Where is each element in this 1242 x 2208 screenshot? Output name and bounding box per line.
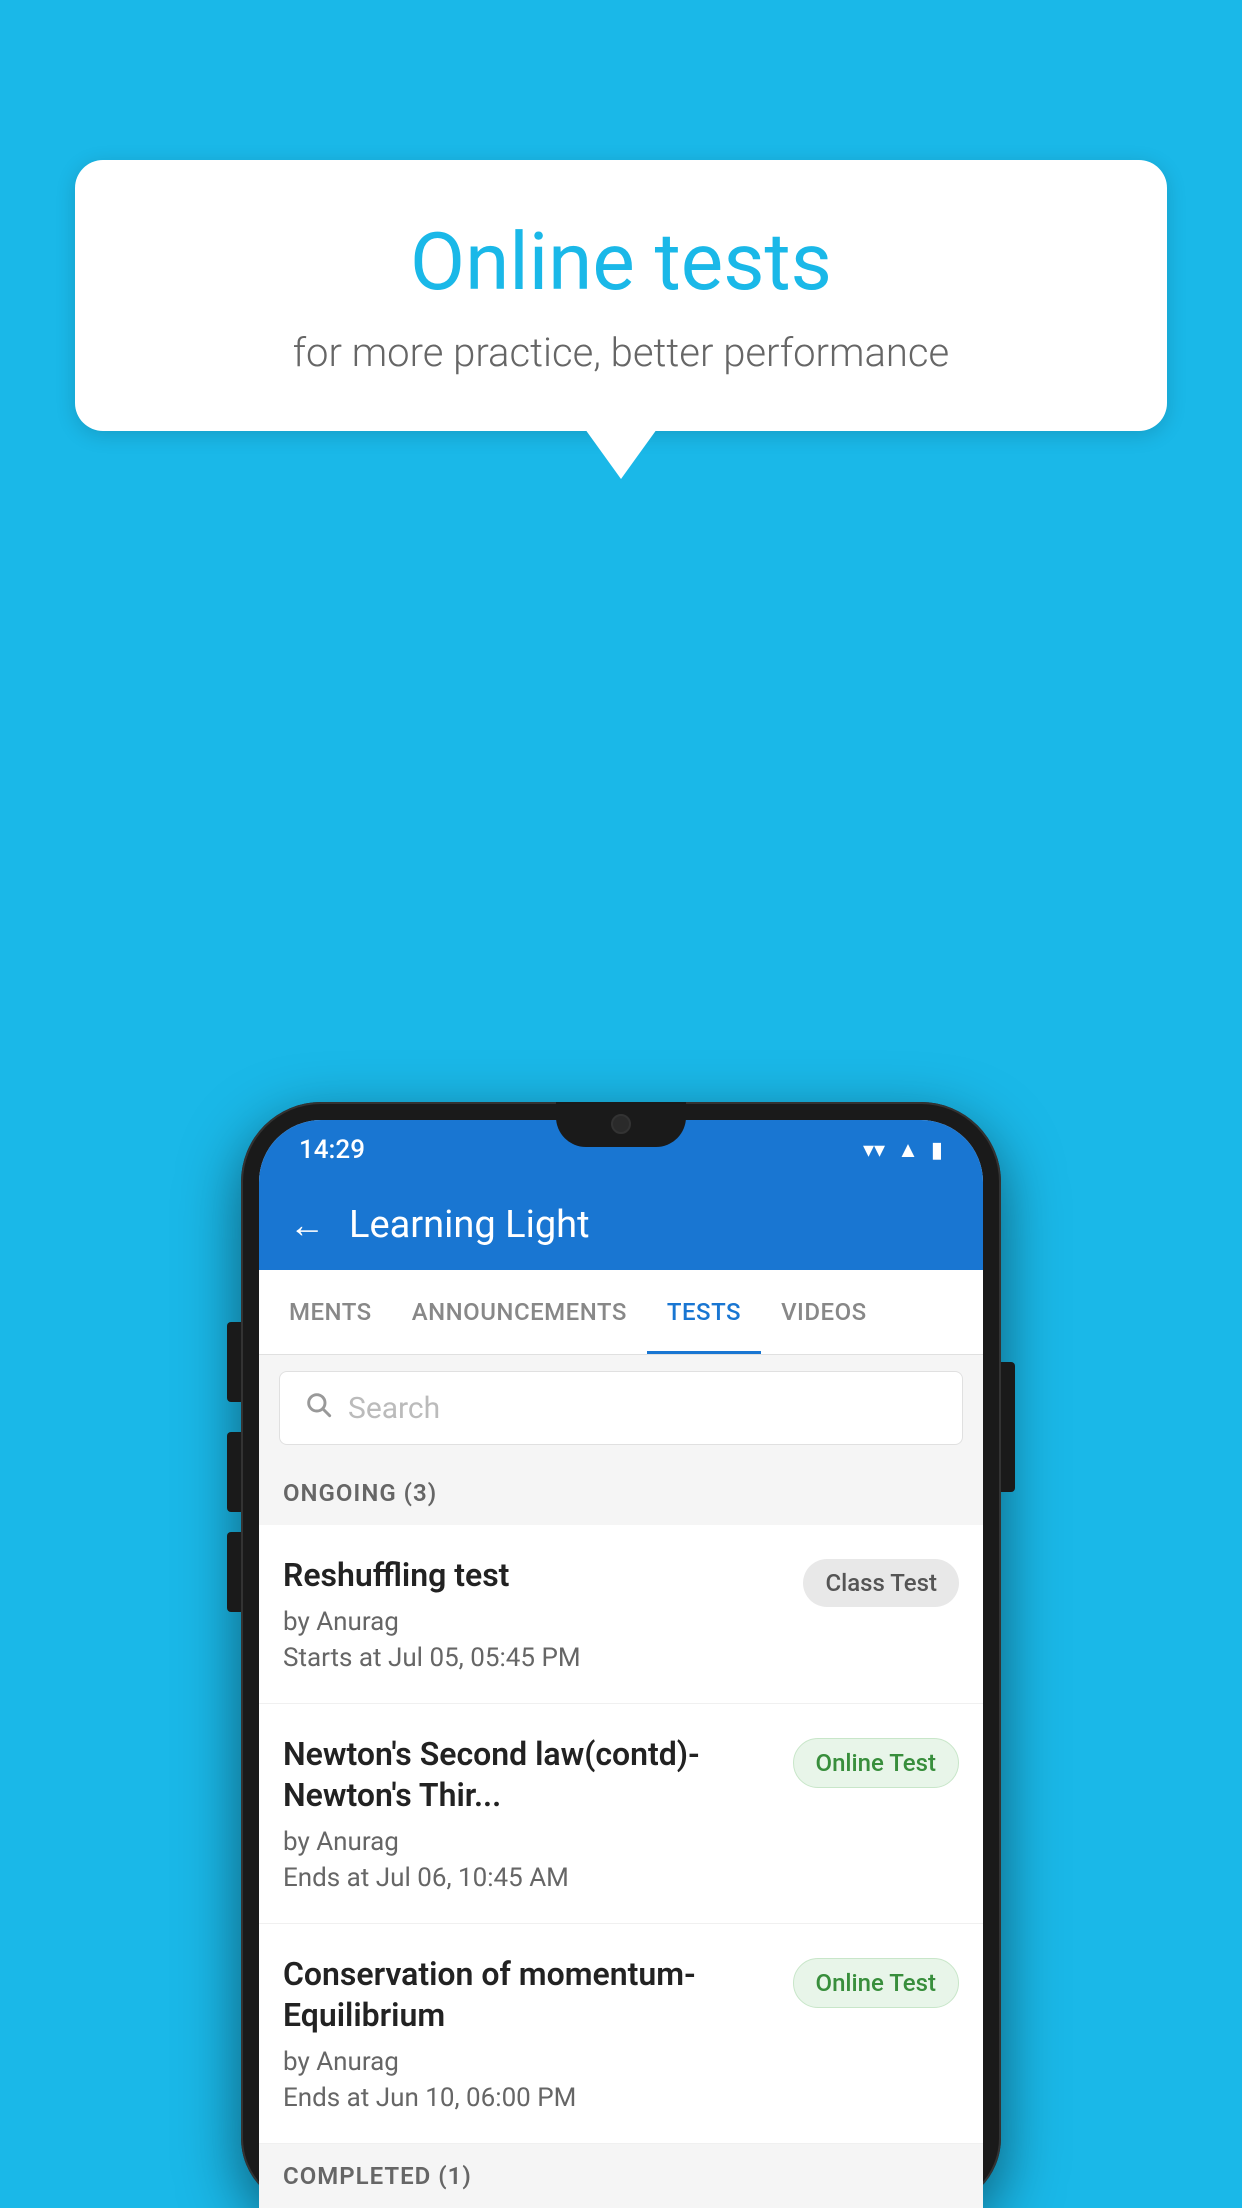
test-date: Ends at Jun 10, 06:00 PM [283, 2083, 773, 2113]
camera-cutout [611, 1114, 631, 1134]
test-by: by Anurag [283, 1607, 783, 1637]
test-item[interactable]: Reshuffling test by Anurag Starts at Jul… [259, 1525, 983, 1704]
status-time: 14:29 [299, 1135, 365, 1165]
search-icon [304, 1390, 332, 1426]
test-date: Starts at Jul 05, 05:45 PM [283, 1643, 783, 1673]
app-header: ← Learning Light [259, 1180, 983, 1270]
test-by: by Anurag [283, 1827, 773, 1857]
phone-outer: 14:29 ▾▾ ▲ ▮ ← Learning Light MENTS ANNO… [241, 1102, 1001, 2208]
tab-tests[interactable]: TESTS [647, 1270, 761, 1354]
test-info: Newton's Second law(contd)-Newton's Thir… [283, 1734, 773, 1893]
search-box[interactable]: Search [279, 1371, 963, 1445]
search-container: Search [259, 1355, 983, 1461]
search-placeholder: Search [348, 1391, 440, 1426]
speech-bubble-container: Online tests for more practice, better p… [75, 160, 1167, 431]
test-info: Reshuffling test by Anurag Starts at Jul… [283, 1555, 783, 1673]
phone-mockup: 14:29 ▾▾ ▲ ▮ ← Learning Light MENTS ANNO… [241, 1102, 1001, 2208]
tab-announcements[interactable]: ANNOUNCEMENTS [392, 1270, 647, 1354]
test-badge: Online Test [793, 1958, 959, 2008]
speech-bubble-subtitle: for more practice, better performance [135, 329, 1107, 376]
test-date: Ends at Jul 06, 10:45 AM [283, 1863, 773, 1893]
phone-notch [556, 1102, 686, 1147]
test-list: Reshuffling test by Anurag Starts at Jul… [259, 1525, 983, 2144]
test-item[interactable]: Conservation of momentum-Equilibrium by … [259, 1924, 983, 2144]
tab-ments[interactable]: MENTS [269, 1270, 392, 1354]
test-name: Reshuffling test [283, 1555, 783, 1597]
phone-screen: 14:29 ▾▾ ▲ ▮ ← Learning Light MENTS ANNO… [259, 1120, 983, 2208]
test-badge: Class Test [803, 1559, 959, 1607]
test-item[interactable]: Newton's Second law(contd)-Newton's Thir… [259, 1704, 983, 1924]
wifi-icon: ▾▾ [863, 1138, 885, 1163]
battery-icon: ▮ [931, 1138, 943, 1163]
signal-icon: ▲ [897, 1137, 919, 1163]
back-button[interactable]: ← [289, 1204, 325, 1246]
tabs-bar: MENTS ANNOUNCEMENTS TESTS VIDEOS [259, 1270, 983, 1355]
ongoing-section-header: ONGOING (3) [259, 1461, 983, 1525]
test-info: Conservation of momentum-Equilibrium by … [283, 1954, 773, 2113]
status-icons: ▾▾ ▲ ▮ [863, 1137, 943, 1163]
tab-videos[interactable]: VIDEOS [761, 1270, 887, 1354]
completed-section-header: COMPLETED (1) [259, 2144, 983, 2208]
test-name: Newton's Second law(contd)-Newton's Thir… [283, 1734, 773, 1817]
test-badge: Online Test [793, 1738, 959, 1788]
speech-bubble-title: Online tests [135, 215, 1107, 309]
test-by: by Anurag [283, 2047, 773, 2077]
app-title: Learning Light [349, 1203, 590, 1247]
speech-bubble: Online tests for more practice, better p… [75, 160, 1167, 431]
test-name: Conservation of momentum-Equilibrium [283, 1954, 773, 2037]
